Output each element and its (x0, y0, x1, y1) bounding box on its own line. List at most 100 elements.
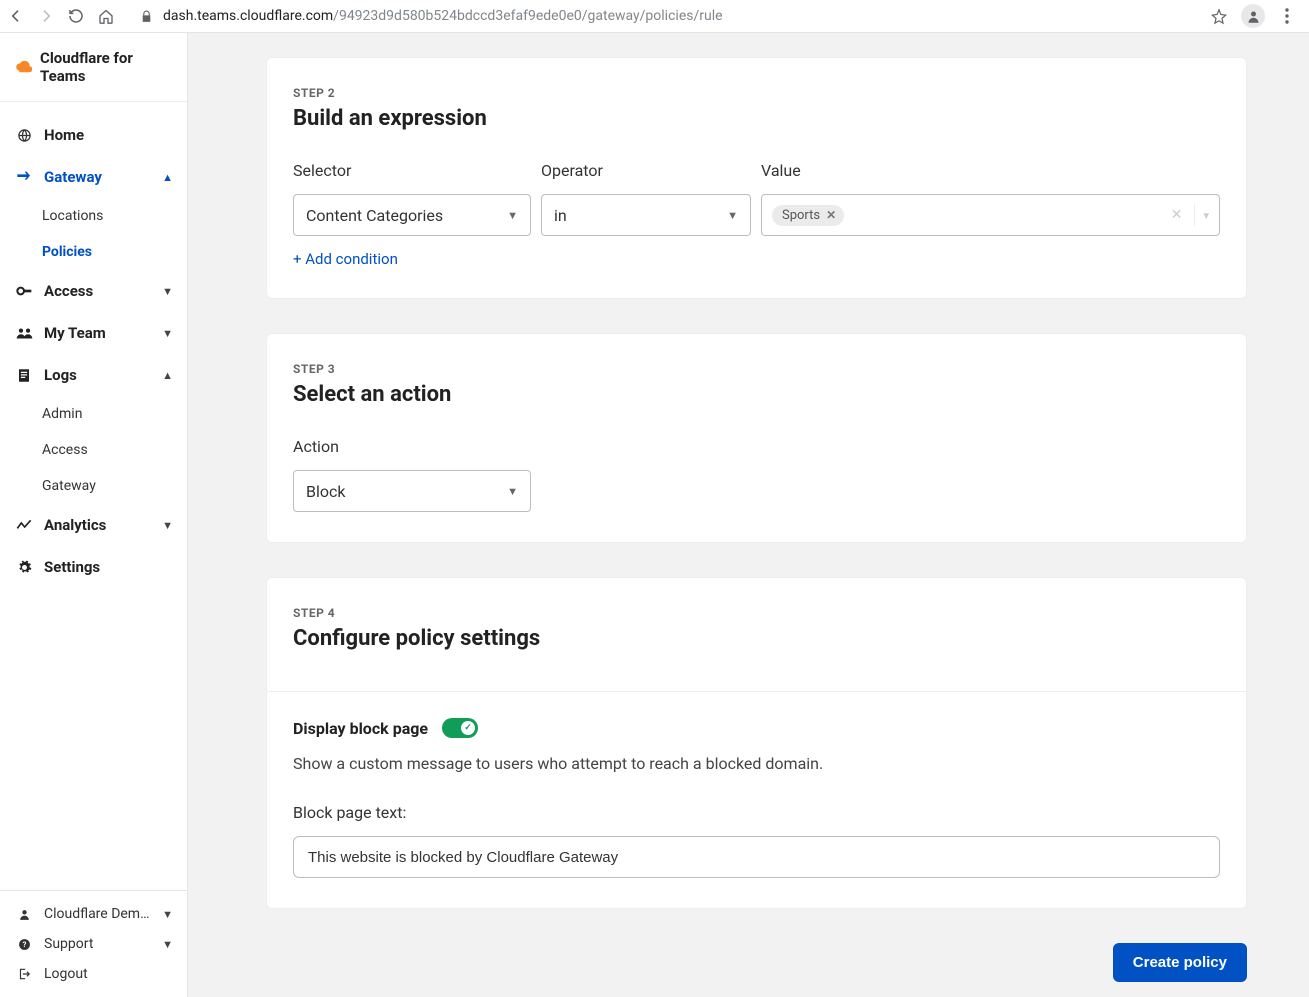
footer-account[interactable]: Cloudflare Demo d… ▼ (0, 899, 187, 929)
user-icon (14, 908, 34, 921)
step3-title: Select an action (293, 382, 1220, 407)
selector-select[interactable]: Content Categories ▼ (293, 194, 531, 236)
toggle-description: Show a custom message to users who attem… (293, 754, 1220, 773)
divider (1194, 204, 1195, 226)
action-select[interactable]: Block ▼ (293, 470, 531, 512)
action-value: Block (306, 482, 345, 501)
step4-title: Configure policy settings (293, 626, 1220, 651)
sidebar-brand[interactable]: Cloudflare for Teams (0, 33, 187, 102)
footer-logout-label: Logout (44, 966, 88, 982)
sidebar-sub-locations[interactable]: Locations (0, 198, 187, 234)
sidebar-item-label: Home (44, 126, 84, 144)
block-page-text-input[interactable] (293, 836, 1220, 878)
block-text-label: Block page text: (293, 803, 1220, 822)
svg-text:?: ? (22, 940, 26, 949)
chevron-down-icon: ▼ (162, 285, 173, 298)
browser-nav-icons (8, 8, 114, 24)
analytics-icon (14, 519, 34, 531)
operator-value: in (554, 206, 567, 225)
footer-account-label: Cloudflare Demo d… (44, 906, 154, 922)
sidebar-item-home[interactable]: Home (0, 114, 187, 156)
chevron-down-icon: ▼ (162, 327, 173, 340)
home-icon[interactable] (98, 8, 114, 24)
sidebar-item-label: Logs (44, 366, 77, 384)
selector-label: Selector (293, 161, 531, 180)
browser-toolbar: dash.teams.cloudflare.com/94923d9d580b52… (0, 0, 1309, 33)
footer-logout[interactable]: Logout (0, 959, 187, 989)
globe-icon (14, 128, 34, 143)
value-field: Value Sports ✕ ✕ ▾ (761, 161, 1220, 236)
sidebar-sub-policies[interactable]: Policies (0, 234, 187, 270)
display-block-page-toggle[interactable] (442, 718, 478, 738)
step4-card: STEP 4 Configure policy settings Display… (266, 577, 1247, 909)
sidebar-sub-logs-gateway[interactable]: Gateway (0, 468, 187, 504)
value-multiselect[interactable]: Sports ✕ ✕ ▾ (761, 194, 1220, 236)
chevron-up-icon: ▲ (162, 171, 173, 184)
clear-icon[interactable]: ✕ (1171, 207, 1187, 223)
add-condition-link[interactable]: + Add condition (293, 250, 398, 268)
step2-card: STEP 2 Build an expression Selector Cont… (266, 57, 1247, 299)
browser-right-icons (1211, 4, 1301, 28)
operator-select[interactable]: in ▼ (541, 194, 751, 236)
sidebar: Cloudflare for Teams Home Gateway ▲ Loca… (0, 33, 188, 997)
sidebar-item-label: Gateway (44, 168, 102, 186)
footer-support[interactable]: ? Support ▼ (0, 929, 187, 959)
sidebar-item-analytics[interactable]: Analytics ▼ (0, 504, 187, 546)
step4-label: STEP 4 (293, 606, 1220, 620)
operator-label: Operator (541, 161, 751, 180)
sidebar-item-gateway[interactable]: Gateway ▲ (0, 156, 187, 198)
profile-icon[interactable] (1241, 4, 1265, 28)
sidebar-sub-admin[interactable]: Admin (0, 396, 187, 432)
chevron-down-icon: ▼ (162, 938, 173, 951)
chevron-down-icon[interactable]: ▾ (1203, 209, 1209, 222)
team-icon (14, 327, 34, 340)
footer-actions: Create policy (266, 943, 1247, 982)
url-path: /94923d9d580b524bdccd3efaf9ede0e0/gatewa… (333, 8, 722, 24)
step3-card: STEP 3 Select an action Action Block ▼ (266, 333, 1247, 543)
kebab-icon[interactable] (1279, 8, 1295, 24)
main-content: STEP 2 Build an expression Selector Cont… (188, 33, 1309, 997)
help-icon: ? (14, 938, 34, 951)
gateway-icon (14, 170, 34, 184)
sidebar-item-myteam[interactable]: My Team ▼ (0, 312, 187, 354)
operator-field: Operator in ▼ (541, 161, 751, 236)
sidebar-sub-logs-access[interactable]: Access (0, 432, 187, 468)
chevron-down-icon: ▼ (727, 209, 738, 222)
step3-label: STEP 3 (293, 362, 1220, 376)
url-text: dash.teams.cloudflare.com/94923d9d580b52… (163, 8, 723, 24)
brand-label: Cloudflare for Teams (40, 49, 173, 85)
sidebar-item-label: Analytics (44, 516, 106, 534)
back-icon[interactable] (8, 8, 24, 24)
chevron-down-icon: ▼ (162, 908, 173, 921)
action-label: Action (293, 437, 531, 456)
chevron-down-icon: ▼ (162, 519, 173, 532)
star-icon[interactable] (1211, 8, 1227, 24)
value-label: Value (761, 161, 1220, 180)
url-host: dash.teams.cloudflare.com (163, 8, 333, 24)
logout-icon (14, 967, 34, 981)
sidebar-item-logs[interactable]: Logs ▲ (0, 354, 187, 396)
reload-icon[interactable] (68, 8, 84, 24)
selector-value: Content Categories (306, 206, 443, 225)
block-page-toggle-row: Display block page (293, 718, 1220, 738)
value-tag: Sports ✕ (772, 205, 844, 226)
sidebar-footer: Cloudflare Demo d… ▼ ? Support ▼ Logout (0, 890, 187, 997)
settings-body: Display block page Show a custom message… (267, 691, 1246, 878)
sidebar-item-settings[interactable]: Settings (0, 546, 187, 588)
lock-icon (140, 10, 153, 23)
sidebar-item-label: Settings (44, 558, 100, 576)
forward-icon[interactable] (38, 8, 54, 24)
toggle-label: Display block page (293, 719, 428, 738)
tag-remove-icon[interactable]: ✕ (826, 208, 836, 222)
selector-field: Selector Content Categories ▼ (293, 161, 531, 236)
cloudflare-logo-icon (14, 60, 32, 74)
toggle-knob (461, 721, 475, 735)
address-bar[interactable]: dash.teams.cloudflare.com/94923d9d580b52… (126, 8, 1199, 24)
access-icon (14, 284, 34, 298)
sidebar-item-access[interactable]: Access ▼ (0, 270, 187, 312)
value-tag-label: Sports (782, 208, 820, 223)
chevron-down-icon: ▼ (507, 209, 518, 222)
sidebar-nav: Home Gateway ▲ Locations Policies Access… (0, 102, 187, 890)
gear-icon (14, 560, 34, 575)
create-policy-button[interactable]: Create policy (1113, 943, 1247, 982)
